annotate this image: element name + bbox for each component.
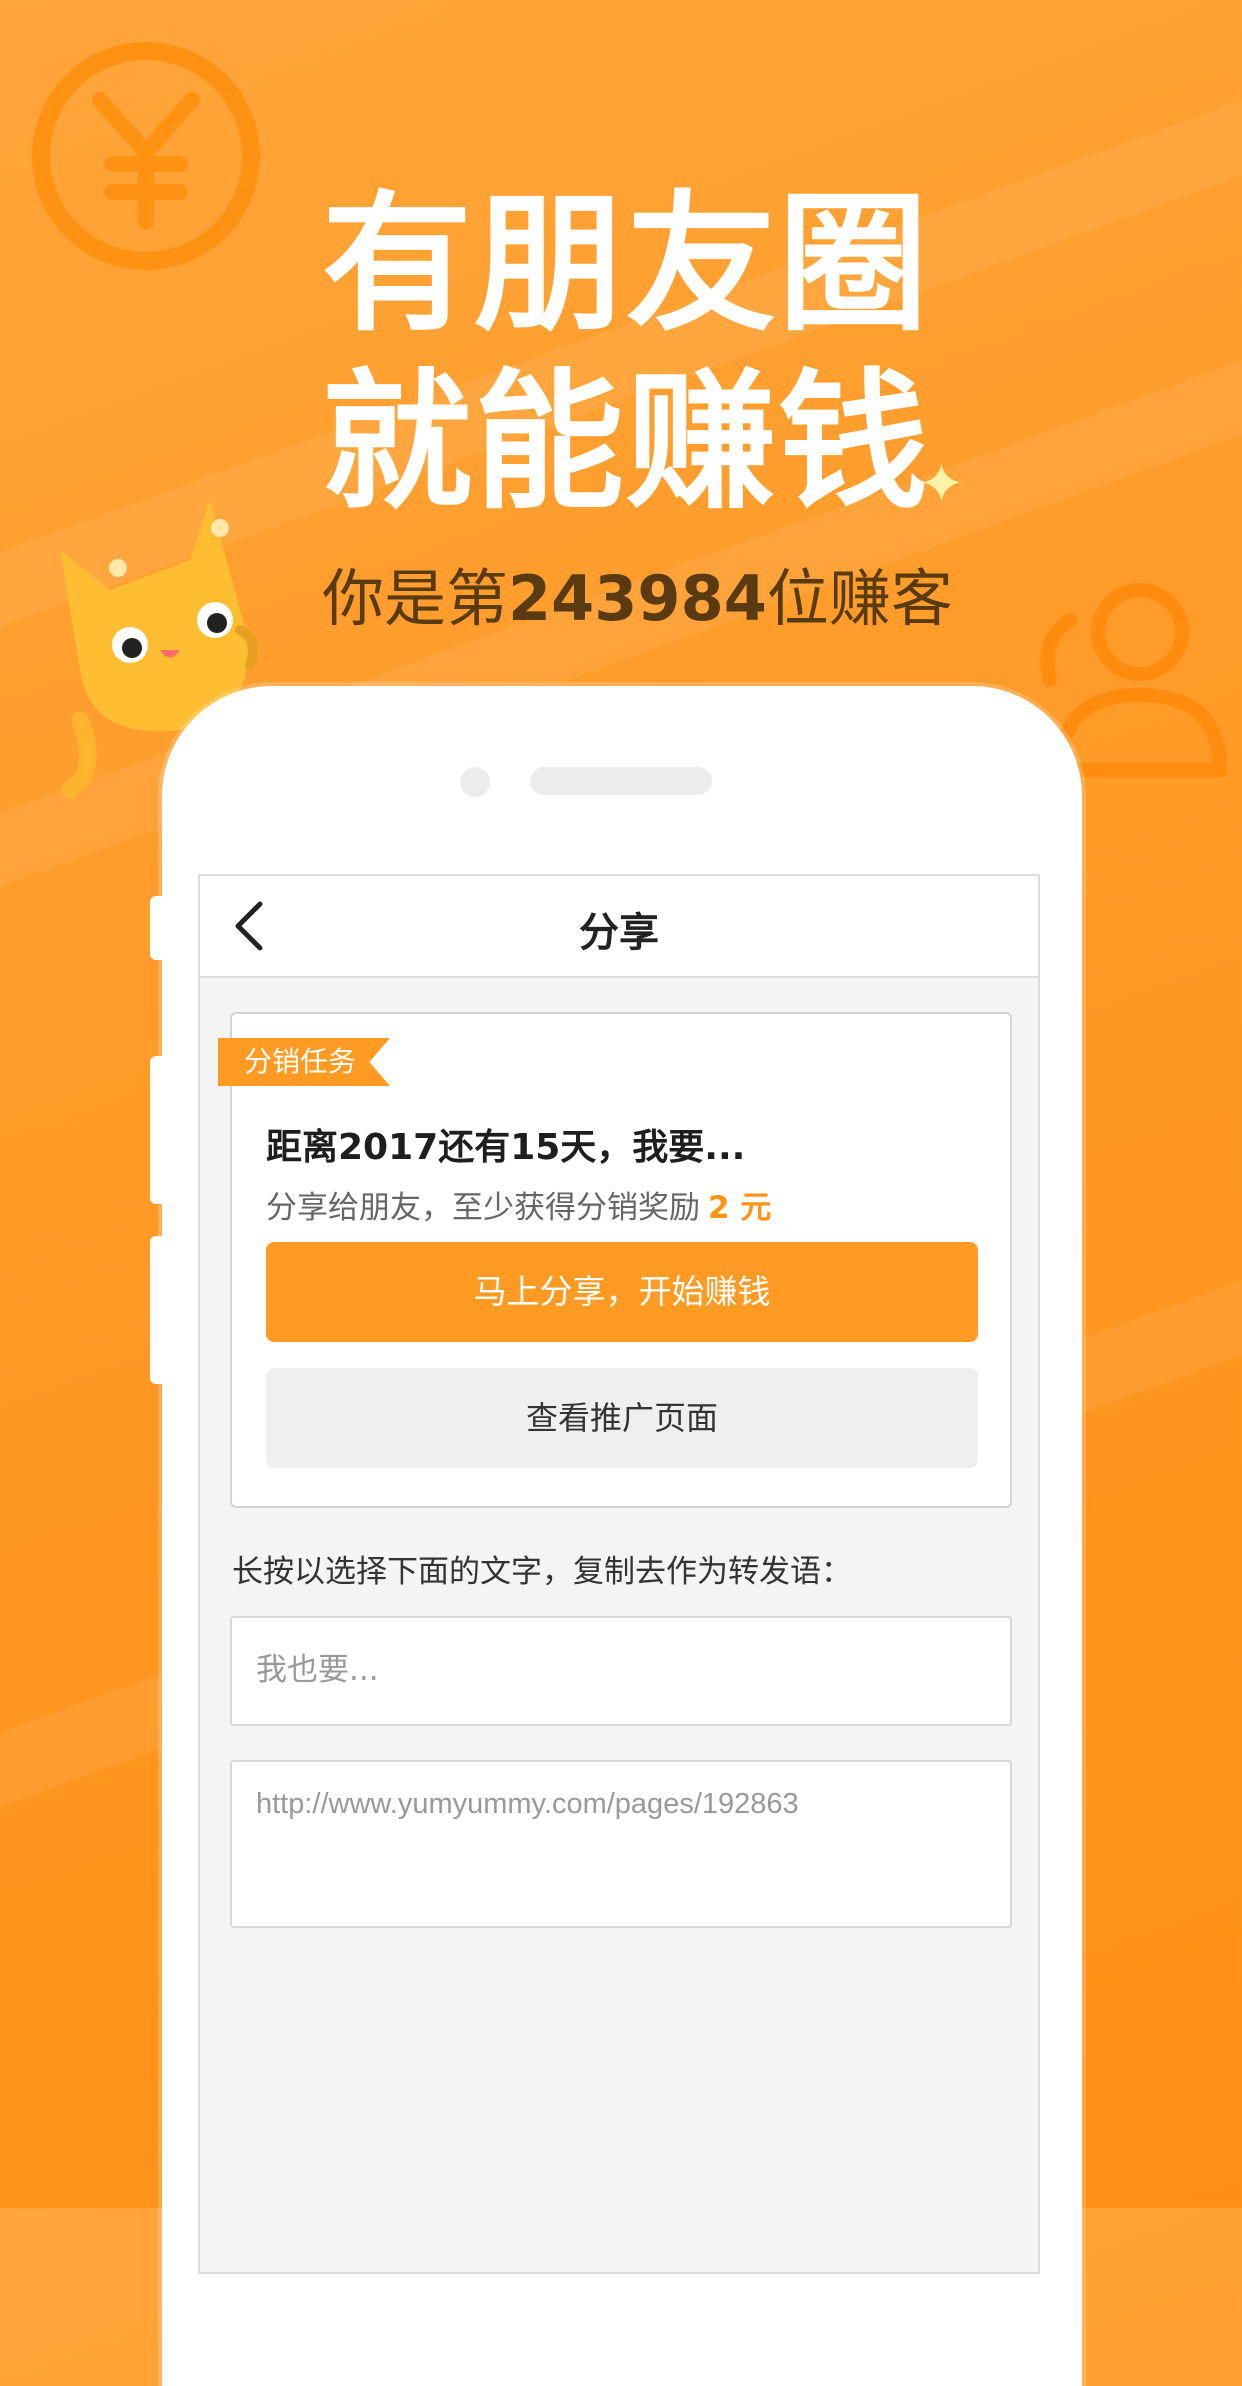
task-description: 分享给朋友，至少获得分销奖励 2 元 [266, 1182, 771, 1227]
task-tag: 分销任务 [218, 1038, 391, 1086]
headline-line-1: 有朋友圈 [322, 178, 931, 352]
share-text-field[interactable]: 我也要... [230, 1616, 1012, 1726]
rank-prefix: 你是第 [322, 562, 509, 635]
share-now-button[interactable]: 马上分享，开始赚钱 [266, 1242, 978, 1342]
phone-side-button [150, 896, 166, 960]
app-screen: 分享 分销任务 距离2017还有15天，我要... 分享给朋友，至少获得分销奖励… [198, 874, 1040, 2274]
phone-camera [460, 767, 490, 797]
task-title: 距离2017还有15天，我要... [266, 1127, 746, 1168]
user-rank-text: 你是第243984位赚客 [322, 548, 953, 638]
rank-number: 243984 [508, 562, 767, 635]
view-promo-page-button[interactable]: 查看推广页面 [266, 1368, 978, 1468]
phone-speaker [530, 767, 712, 795]
copy-hint: 长按以选择下面的文字，复制去作为转发语： [232, 1554, 852, 1590]
task-description-text: 分享给朋友，至少获得分销奖励 [266, 1190, 700, 1226]
yen-coin-icon [32, 42, 260, 270]
rank-suffix: 位赚客 [766, 562, 953, 635]
reward-amount: 2 元 [708, 1190, 772, 1226]
phone-volume-down [150, 1236, 166, 1384]
sparkle-icon: ✦ [918, 452, 965, 517]
task-card: 分销任务 距离2017还有15天，我要... 分享给朋友，至少获得分销奖励 2 元… [218, 1012, 1012, 1508]
headline-line-2: 就能赚钱 [322, 356, 931, 530]
share-link-field[interactable]: http://www.yumyummy.com/pages/192863 [230, 1760, 1012, 1928]
page-title: 分享 [579, 910, 659, 956]
nav-bar: 分享 [200, 876, 1038, 978]
phone-volume-up [150, 1056, 166, 1204]
headline: 有朋友圈 就能赚钱 [322, 176, 930, 532]
